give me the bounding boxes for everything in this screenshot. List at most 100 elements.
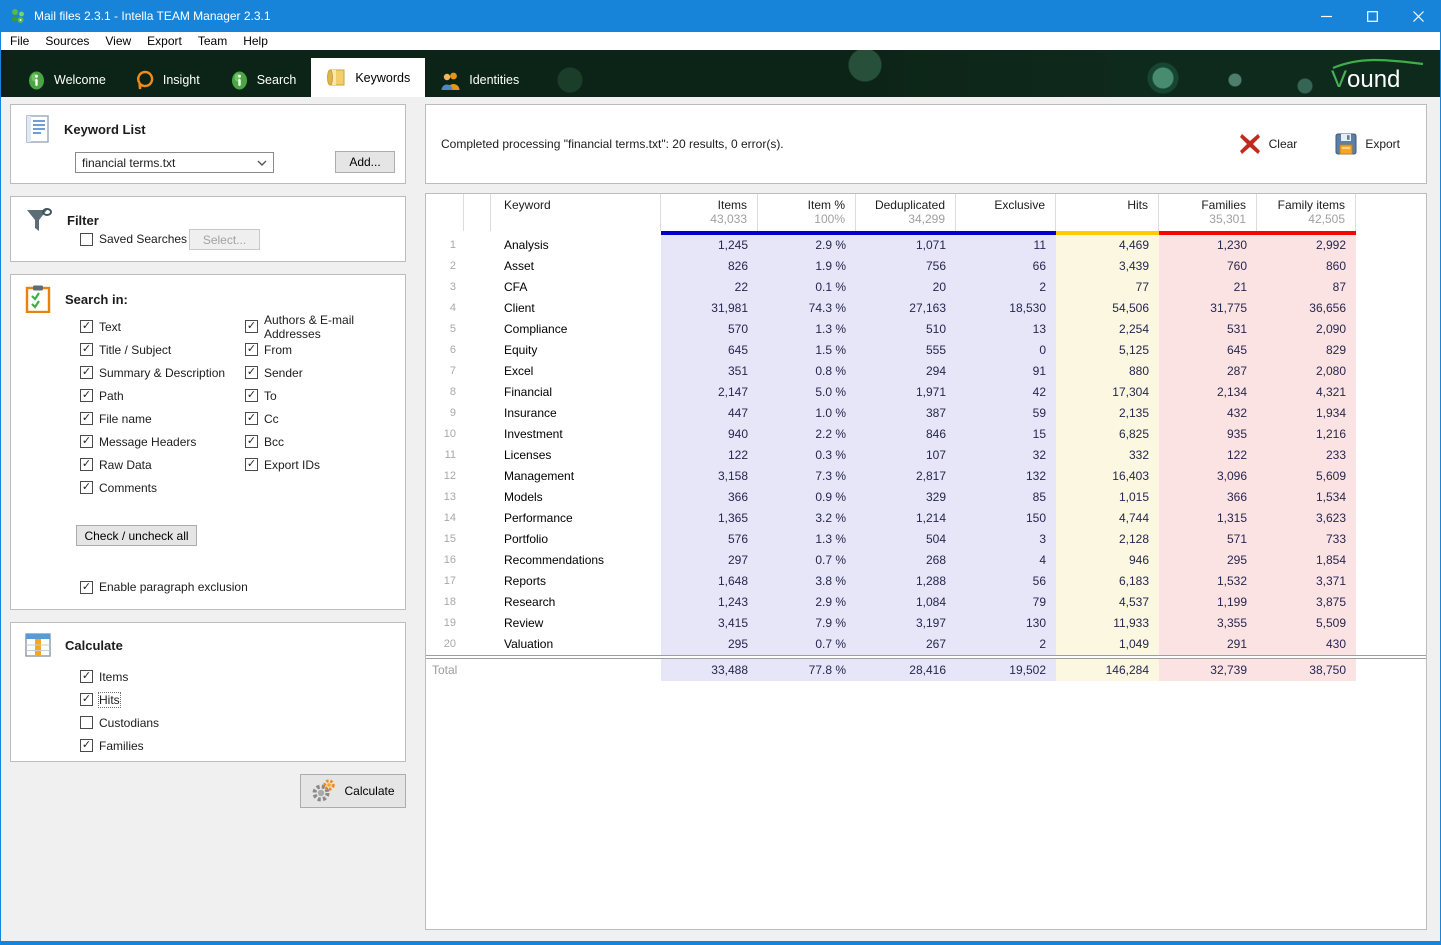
table-row[interactable]: 16Recommendations2970.7 %26849462951,854 xyxy=(426,550,1426,571)
table-row[interactable]: 18Research1,2432.9 %1,084794,5371,1993,8… xyxy=(426,592,1426,613)
checkbox-export-ids[interactable]: ✓ xyxy=(245,458,258,471)
checkbox-to[interactable]: ✓ xyxy=(245,389,258,402)
checkbox-families[interactable]: ✓ xyxy=(80,739,93,752)
col-header-families[interactable]: Families35,301 xyxy=(1159,194,1257,231)
value-cell: 91 xyxy=(956,361,1056,382)
value-cell: 2.9 % xyxy=(758,592,856,613)
col-header-hits[interactable]: Hits xyxy=(1056,194,1159,231)
calculate-button[interactable]: Calculate xyxy=(300,774,406,808)
checkbox-sender[interactable]: ✓ xyxy=(245,366,258,379)
col-header-spacer[interactable] xyxy=(464,194,491,231)
checkbox-message-headers[interactable]: ✓ xyxy=(80,435,93,448)
value-cell: 2,254 xyxy=(1056,319,1159,340)
menu-sources[interactable]: Sources xyxy=(37,33,97,49)
total-label: Total xyxy=(426,659,661,681)
checkbox-file-name[interactable]: ✓ xyxy=(80,412,93,425)
col-header-deduplicated[interactable]: Deduplicated34,299 xyxy=(856,194,956,231)
filter-title: Filter xyxy=(67,213,99,228)
checkbox-path[interactable]: ✓ xyxy=(80,389,93,402)
menu-file[interactable]: File xyxy=(2,33,37,49)
clear-button[interactable]: Clear xyxy=(1239,133,1298,155)
row-spacer xyxy=(464,571,491,592)
table-row[interactable]: 17Reports1,6483.8 %1,288566,1831,5323,37… xyxy=(426,571,1426,592)
table-row[interactable]: 19Review3,4157.9 %3,19713011,9333,3555,5… xyxy=(426,613,1426,634)
value-cell: 510 xyxy=(856,319,956,340)
row-spacer xyxy=(464,298,491,319)
col-header-rownum[interactable] xyxy=(426,194,464,231)
export-button[interactable]: Export xyxy=(1335,133,1400,155)
col-header-family-items[interactable]: Family items42,505 xyxy=(1257,194,1356,231)
checkbox-authors-e-mail-addresses[interactable]: ✓ xyxy=(245,320,258,333)
table-row[interactable]: 4Client31,98174.3 %27,16318,53054,50631,… xyxy=(426,298,1426,319)
col-header-items[interactable]: Items43,033 xyxy=(661,194,758,231)
search-in-sender-label: Sender xyxy=(264,366,303,380)
col-header-item[interactable]: Item %100% xyxy=(758,194,856,231)
col-header-keyword[interactable]: Keyword xyxy=(491,194,661,231)
checkbox-items[interactable]: ✓ xyxy=(80,670,93,683)
table-row[interactable]: 8Financial2,1475.0 %1,9714217,3042,1344,… xyxy=(426,382,1426,403)
checkbox-bcc[interactable]: ✓ xyxy=(245,435,258,448)
app-icon xyxy=(9,7,27,25)
insight-head-icon xyxy=(136,70,155,90)
tab-welcome[interactable]: Welcome xyxy=(12,63,121,97)
table-row[interactable]: 13Models3660.9 %329851,0153661,534 xyxy=(426,487,1426,508)
close-button[interactable] xyxy=(1395,0,1441,32)
tab-search[interactable]: Search xyxy=(215,63,312,97)
intella-green-icon xyxy=(230,71,249,90)
row-number: 17 xyxy=(426,571,464,592)
checkbox-custodians[interactable] xyxy=(80,716,93,729)
tab-insight[interactable]: Insight xyxy=(121,63,215,97)
tab-keywords[interactable]: Keywords xyxy=(311,58,425,97)
minimize-button[interactable] xyxy=(1303,0,1349,32)
tab-banner: WelcomeInsightSearchKeywordsIdentities V… xyxy=(0,50,1441,97)
checkbox-cc[interactable]: ✓ xyxy=(245,412,258,425)
value-cell: 504 xyxy=(856,529,956,550)
keyword-list-dropdown[interactable]: financial terms.txt xyxy=(75,152,274,173)
table-row[interactable]: 2Asset8261.9 %756663,439760860 xyxy=(426,256,1426,277)
table-row[interactable]: 11Licenses1220.3 %10732332122233 xyxy=(426,445,1426,466)
checkbox-comments[interactable]: ✓ xyxy=(80,481,93,494)
table-row[interactable]: 3CFA220.1 %202772187 xyxy=(426,277,1426,298)
search-in-panel: Search in: ✓Text✓Title / Subject✓Summary… xyxy=(10,274,406,610)
table-row[interactable]: 12Management3,1587.3 %2,81713216,4033,09… xyxy=(426,466,1426,487)
checkbox-raw-data[interactable]: ✓ xyxy=(80,458,93,471)
value-cell: 21 xyxy=(1159,277,1257,298)
value-cell: 432 xyxy=(1159,403,1257,424)
value-cell: 826 xyxy=(661,256,758,277)
row-spacer xyxy=(464,277,491,298)
table-row[interactable]: 6Equity6451.5 %55505,125645829 xyxy=(426,340,1426,361)
checkbox-from[interactable]: ✓ xyxy=(245,343,258,356)
checkbox-summary-description[interactable]: ✓ xyxy=(80,366,93,379)
value-cell: 0 xyxy=(956,340,1056,361)
checkbox-saved-searches[interactable] xyxy=(80,233,93,246)
menu-export[interactable]: Export xyxy=(139,33,190,49)
table-row[interactable]: 7Excel3510.8 %294918802872,080 xyxy=(426,361,1426,382)
row-number: 12 xyxy=(426,466,464,487)
checkbox-hits[interactable]: ✓ xyxy=(80,693,93,706)
table-row[interactable]: 14Performance1,3653.2 %1,2141504,7441,31… xyxy=(426,508,1426,529)
col-header-subtotal xyxy=(956,212,1045,227)
menu-view[interactable]: View xyxy=(97,33,139,49)
check-uncheck-all-button[interactable]: Check / uncheck all xyxy=(76,525,197,546)
checkbox-text[interactable]: ✓ xyxy=(80,320,93,333)
col-header-exclusive[interactable]: Exclusive xyxy=(956,194,1056,231)
row-spacer xyxy=(464,529,491,550)
table-row[interactable]: 10Investment9402.2 %846156,8259351,216 xyxy=(426,424,1426,445)
add-button[interactable]: Add... xyxy=(335,151,395,173)
calculate-title: Calculate xyxy=(65,638,123,653)
maximize-button[interactable] xyxy=(1349,0,1395,32)
value-cell: 1,532 xyxy=(1159,571,1257,592)
table-row[interactable]: 15Portfolio5761.3 %50432,128571733 xyxy=(426,529,1426,550)
table-row[interactable]: 9Insurance4471.0 %387592,1354321,934 xyxy=(426,403,1426,424)
table-row[interactable]: 1Analysis1,2452.9 %1,071114,4691,2302,99… xyxy=(426,235,1426,256)
checkbox-title-subject[interactable]: ✓ xyxy=(80,343,93,356)
tab-identities[interactable]: Identities xyxy=(425,63,534,97)
table-row[interactable]: 5Compliance5701.3 %510132,2545312,090 xyxy=(426,319,1426,340)
table-row[interactable]: 20Valuation2950.7 %26721,049291430 xyxy=(426,634,1426,655)
menu-team[interactable]: Team xyxy=(190,33,235,49)
value-cell: 0.7 % xyxy=(758,634,856,655)
select-button[interactable]: Select... xyxy=(189,229,260,250)
value-cell: 2,090 xyxy=(1257,319,1356,340)
checkbox-enable-paragraph-exclusion[interactable]: ✓ xyxy=(80,581,93,594)
menu-help[interactable]: Help xyxy=(235,33,276,49)
